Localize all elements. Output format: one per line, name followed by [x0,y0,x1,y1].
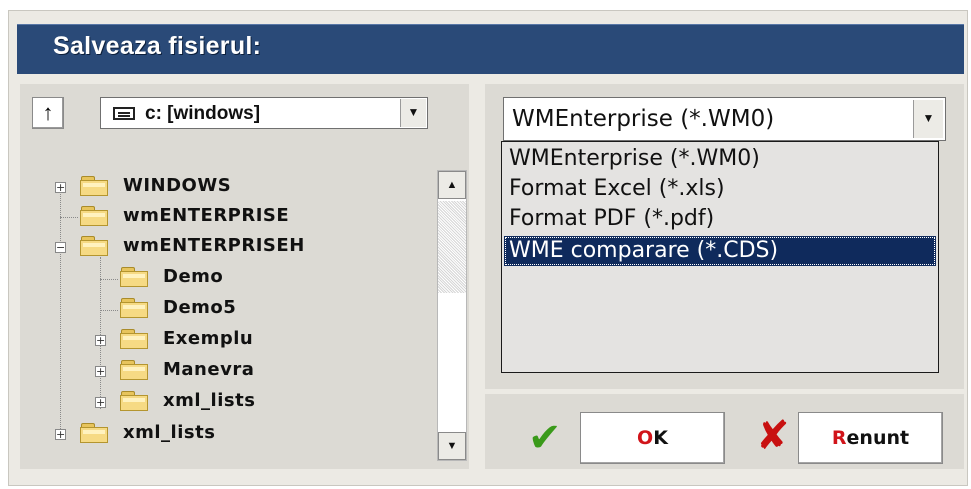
x-mark-icon: ✘ [756,413,790,459]
tree-item-label: xml_lists [163,390,256,411]
drive-select[interactable]: c: [windows] ▼ [100,97,428,129]
tree-item[interactable]: + xml_lists [40,420,440,450]
scrollbar-track[interactable] [438,201,466,293]
format-option[interactable]: Format PDF (*.pdf) [504,204,936,234]
tree-item-label: wmENTERPRISE [123,205,290,226]
ok-label: K [653,427,668,449]
folder-icon [80,205,110,226]
expand-icon[interactable]: + [95,335,106,346]
ok-accelerator: O [637,427,654,449]
format-option-selected[interactable]: WME comparare (*.CDS) [504,236,936,266]
tree-item[interactable]: + xml_lists [40,388,440,418]
folder-icon [120,297,150,318]
tree-item[interactable]: wmENTERPRISE [40,203,440,233]
file-format-value: WMEnterprise (*.WM0) [512,106,775,132]
checkmark-icon: ✔ [528,415,562,461]
expand-icon[interactable]: + [95,366,106,377]
folder-icon [120,390,150,411]
expand-icon[interactable]: + [95,397,106,408]
tree-item-label: Manevra [163,359,255,380]
tree-item[interactable]: Demo [40,264,440,294]
folder-icon [120,266,150,287]
dialog-title-bar: Salveaza fisierul: [17,24,964,74]
arrow-up-icon: ↑ [42,100,54,125]
cancel-label: enunt [846,427,910,449]
tree-item[interactable]: + Exemplu [40,326,440,356]
folder-tree: + WINDOWS wmENTERPRISE − wmENTERPRISEH D… [40,167,440,459]
scroll-up-icon[interactable]: ▲ [438,171,466,199]
ok-button[interactable]: OK [580,412,725,464]
cancel-button[interactable]: Renunt [798,412,943,464]
up-folder-button[interactable]: ↑ [32,97,64,129]
tree-item[interactable]: + WINDOWS [40,173,440,203]
scroll-down-icon[interactable]: ▼ [438,432,466,460]
chevron-down-icon[interactable]: ▼ [913,100,943,138]
folder-icon [80,235,110,256]
expand-icon[interactable]: + [55,429,66,440]
expand-icon[interactable]: + [55,182,66,193]
collapse-icon[interactable]: − [55,242,66,253]
dialog-title: Salveaza fisierul: [53,32,262,60]
tree-item[interactable]: − wmENTERPRISEH [40,233,440,263]
tree-item-label: Demo [163,266,224,287]
tree-item-label: xml_lists [123,422,216,443]
drive-select-value: c: [windows] [145,103,261,124]
format-option[interactable]: Format Excel (*.xls) [504,174,936,204]
tree-item-label: Exemplu [163,328,254,349]
folder-icon [120,328,150,349]
file-format-dropdown: WMEnterprise (*.WM0) Format Excel (*.xls… [501,141,939,373]
folder-icon [120,359,150,380]
folder-icon [80,175,110,196]
tree-item[interactable]: Demo5 [40,295,440,325]
tree-item-label: wmENTERPRISEH [123,235,305,256]
chevron-down-icon[interactable]: ▼ [400,99,426,127]
tree-item[interactable]: + Manevra [40,357,440,387]
folder-icon [80,422,110,443]
cancel-accelerator: R [831,427,847,449]
format-option[interactable]: WMEnterprise (*.WM0) [504,144,936,174]
tree-item-label: Demo5 [163,297,237,318]
drive-icon [113,107,135,120]
file-format-select[interactable]: WMEnterprise (*.WM0) ▼ [503,97,946,141]
tree-item-label: WINDOWS [123,175,232,196]
tree-scrollbar[interactable]: ▲ ▼ [437,170,467,461]
